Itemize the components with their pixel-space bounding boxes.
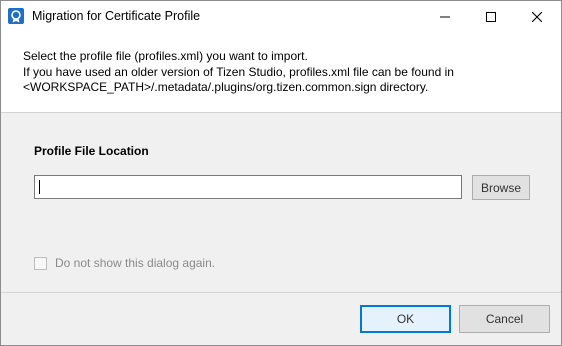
close-button[interactable] bbox=[514, 1, 560, 32]
dont-show-again-label: Do not show this dialog again. bbox=[55, 256, 216, 270]
description-header: Select the profile file (profiles.xml) y… bbox=[1, 32, 561, 113]
description-line-3: <WORKSPACE_PATH>/.metadata/.plugins/org.… bbox=[23, 80, 429, 94]
dont-show-again-row[interactable]: Do not show this dialog again. bbox=[34, 255, 215, 271]
profile-file-location-label: Profile File Location bbox=[34, 144, 149, 158]
minimize-button[interactable] bbox=[422, 1, 468, 32]
title-bar[interactable]: Migration for Certificate Profile bbox=[1, 1, 561, 32]
maximize-icon bbox=[486, 11, 496, 22]
window-title: Migration for Certificate Profile bbox=[32, 9, 201, 23]
certificate-app-icon bbox=[8, 8, 24, 24]
ok-button[interactable]: OK bbox=[360, 305, 451, 333]
maximize-button[interactable] bbox=[468, 1, 514, 32]
dont-show-again-checkbox[interactable] bbox=[34, 256, 47, 270]
profile-file-path-input[interactable] bbox=[34, 175, 462, 199]
cancel-button[interactable]: Cancel bbox=[459, 305, 550, 333]
browse-button[interactable]: Browse bbox=[472, 175, 530, 200]
migration-dialog: Migration for Certificate Profile Select… bbox=[0, 0, 562, 346]
text-caret bbox=[39, 180, 40, 194]
button-bar: OK Cancel bbox=[1, 292, 561, 345]
close-icon bbox=[532, 11, 542, 22]
form-area: Profile File Location Browse Do not show… bbox=[1, 114, 561, 292]
minimize-icon bbox=[440, 16, 450, 17]
description-line-2: If you have used an older version of Tiz… bbox=[23, 65, 454, 79]
description-line-1: Select the profile file (profiles.xml) y… bbox=[23, 49, 308, 63]
